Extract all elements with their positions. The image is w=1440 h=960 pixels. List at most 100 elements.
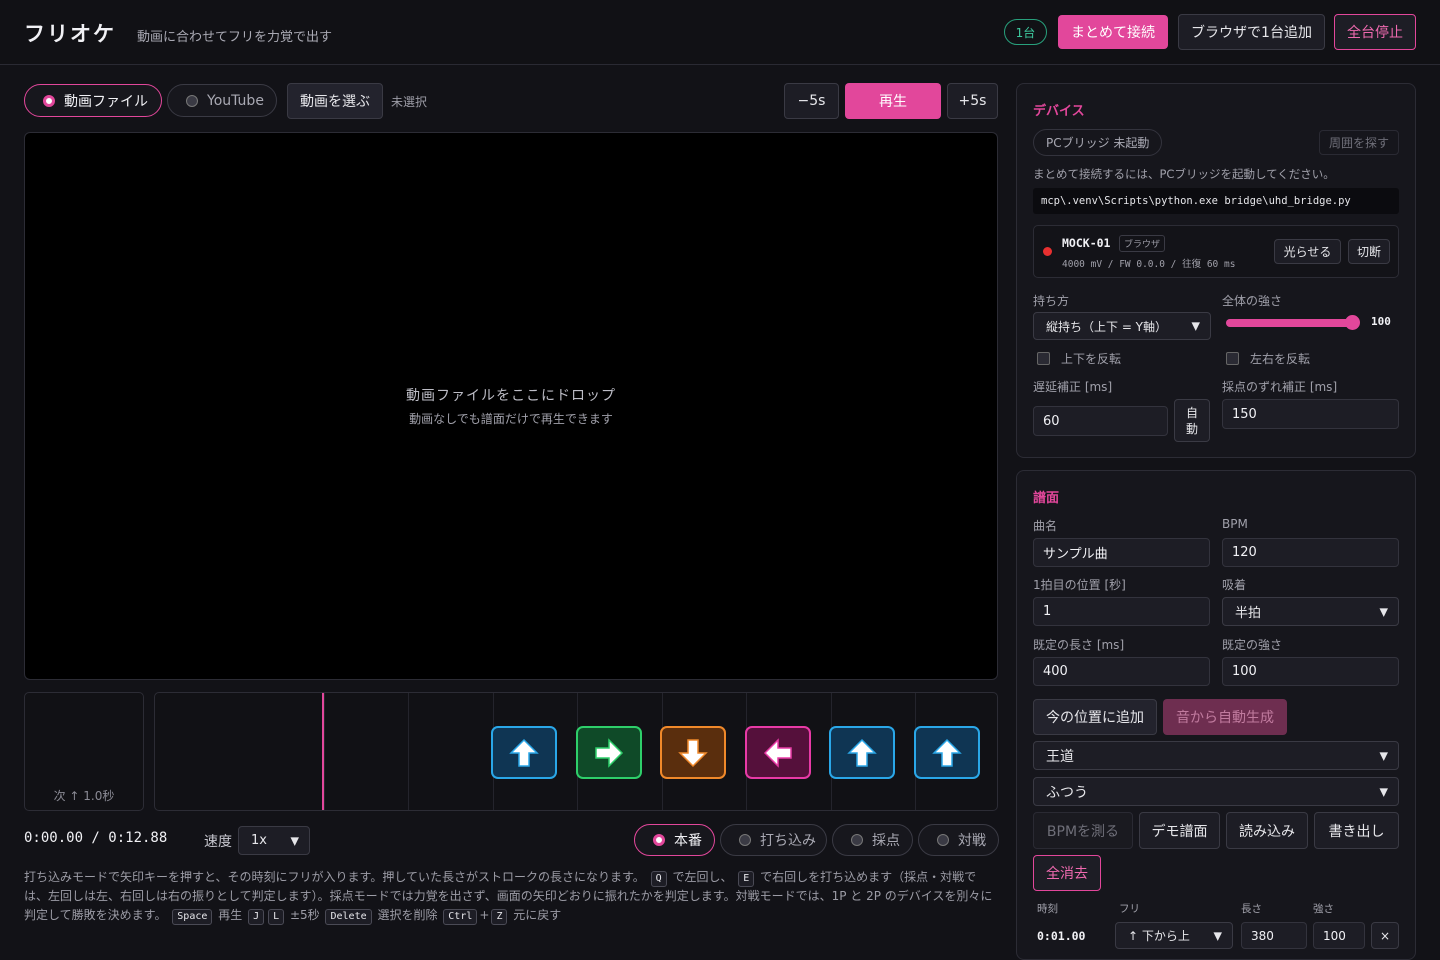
help-part: 再生 bbox=[218, 908, 243, 922]
style-select[interactable]: 王道 ▼ bbox=[1033, 741, 1399, 770]
key-l: L bbox=[268, 909, 285, 925]
speed-select[interactable]: 1x ▼ bbox=[238, 826, 310, 855]
style-value: 王道 bbox=[1046, 748, 1074, 765]
mode-live-label: 本番 bbox=[674, 833, 702, 849]
chevron-down-icon: ▼ bbox=[1191, 319, 1200, 333]
note-up[interactable] bbox=[829, 726, 895, 779]
chart-panel-title: 譜面 bbox=[1033, 491, 1060, 506]
clear-all-button[interactable]: 全消去 bbox=[1033, 855, 1101, 891]
note-up[interactable] bbox=[913, 726, 980, 779]
tab-youtube[interactable]: YouTube bbox=[167, 84, 277, 117]
difficulty-value: ふつう bbox=[1046, 784, 1088, 801]
arrow-up-icon bbox=[509, 738, 539, 767]
latency-input[interactable]: 60 bbox=[1033, 406, 1168, 436]
row-strength-input[interactable]: 100 bbox=[1313, 922, 1365, 949]
help-part: 打ち込みモードで矢印キーを押すと、その時刻にフリが入ります。押していた長さがスト… bbox=[24, 870, 645, 884]
connect-all-button[interactable]: まとめて接続 bbox=[1058, 15, 1168, 49]
key-ctrl: Ctrl bbox=[443, 909, 478, 925]
radio-unselected-icon bbox=[739, 834, 751, 846]
song-input[interactable]: サンプル曲 bbox=[1033, 538, 1210, 567]
play-button[interactable]: 再生 bbox=[845, 83, 941, 119]
device-name: MOCK-01 bbox=[1062, 236, 1111, 250]
add-at-current-button[interactable]: 今の位置に追加 bbox=[1033, 699, 1157, 735]
device-card: MOCK-01 ブラウザ 4000 mV / FW 0.0.0 / 往復 60 … bbox=[1033, 225, 1399, 278]
tab-youtube-label: YouTube bbox=[207, 92, 264, 109]
next-note-preview: 次 ↑ 1.0秒 bbox=[24, 692, 144, 811]
radio-unselected-icon bbox=[851, 834, 863, 846]
flip-ud-checkbox[interactable]: 上下を反転 bbox=[1037, 350, 1121, 367]
light-button[interactable]: 光らせる bbox=[1274, 239, 1341, 264]
video-drop-area[interactable]: 動画ファイルをここにドロップ 動画なしでも譜面だけで再生できます bbox=[24, 132, 998, 680]
device-panel-title: デバイス bbox=[1033, 104, 1085, 119]
strength-slider[interactable] bbox=[1226, 315, 1360, 330]
key-j: J bbox=[248, 909, 265, 925]
col-furi: フリ bbox=[1119, 903, 1140, 915]
grip-label: 持ち方 bbox=[1033, 294, 1070, 308]
stop-all-button[interactable]: 全台停止 bbox=[1334, 14, 1416, 50]
arrow-left-icon bbox=[763, 737, 792, 768]
seek-forward-button[interactable]: +5s bbox=[947, 83, 998, 119]
note-left[interactable] bbox=[744, 726, 811, 779]
mode-battle[interactable]: 対戦 bbox=[918, 824, 999, 856]
scan-button[interactable]: 周囲を探す bbox=[1319, 130, 1399, 155]
auto-latency-button[interactable]: 自動 bbox=[1174, 399, 1210, 442]
choose-video-button[interactable]: 動画を選ぶ bbox=[287, 83, 383, 119]
grip-select[interactable]: 縦持ち（上下 = Y軸） ▼ bbox=[1033, 312, 1211, 340]
mode-record[interactable]: 打ち込み bbox=[720, 824, 827, 856]
drop-title: 動画ファイルをここにドロップ bbox=[406, 388, 616, 404]
chevron-down-icon: ▼ bbox=[1379, 749, 1388, 762]
flip-lr-checkbox[interactable]: 左右を反転 bbox=[1226, 350, 1310, 367]
row-furi-select[interactable]: ↑ 下から上 ▼ bbox=[1115, 922, 1233, 949]
help-part: 元に戻す bbox=[513, 908, 562, 922]
add-browser-device-button[interactable]: ブラウザで1台追加 bbox=[1178, 14, 1325, 50]
beat1-input[interactable]: 1 bbox=[1033, 597, 1210, 626]
selected-file-name: 未選択 bbox=[391, 95, 428, 109]
difficulty-select[interactable]: ふつう ▼ bbox=[1033, 777, 1399, 806]
device-panel: デバイス PCブリッジ 未起動 周囲を探す まとめて接続するには、PCブリッジを… bbox=[1016, 83, 1416, 458]
snap-select[interactable]: 半拍 ▼ bbox=[1222, 597, 1399, 626]
disconnect-button[interactable]: 切断 bbox=[1348, 239, 1390, 264]
note-lane[interactable] bbox=[154, 692, 998, 811]
bpm-input[interactable]: 120 bbox=[1222, 538, 1399, 567]
row-delete-button[interactable]: × bbox=[1371, 922, 1399, 949]
tab-video-file-label: 動画ファイル bbox=[64, 93, 148, 110]
song-label: 曲名 bbox=[1033, 519, 1058, 533]
tab-video-file[interactable]: 動画ファイル bbox=[24, 84, 162, 117]
chevron-down-icon: ▼ bbox=[1213, 929, 1222, 942]
auto-generate-button[interactable]: 音から自動生成 bbox=[1163, 699, 1287, 735]
key-space: Space bbox=[172, 909, 213, 925]
arrow-up-icon bbox=[847, 738, 877, 767]
speed-label: 速度 bbox=[204, 834, 232, 850]
flip-lr-label: 左右を反転 bbox=[1250, 352, 1311, 366]
measure-bpm-button[interactable]: BPMを測る bbox=[1033, 812, 1133, 849]
col-length: 長さ bbox=[1241, 903, 1262, 915]
score-offset-input[interactable]: 150 bbox=[1222, 399, 1399, 429]
col-time: 時刻 bbox=[1037, 903, 1058, 915]
mode-score-label: 採点 bbox=[872, 833, 900, 849]
seek-back-button[interactable]: −5s bbox=[784, 83, 839, 119]
export-button[interactable]: 書き出し bbox=[1314, 812, 1399, 849]
strength-slider-handle[interactable] bbox=[1345, 315, 1360, 330]
note-right[interactable] bbox=[575, 726, 642, 779]
row-length-input[interactable]: 380 bbox=[1241, 922, 1307, 949]
top-bar: フリオケ 動画に合わせてフリを力覚で出す 1台 まとめて接続 ブラウザで1台追加… bbox=[0, 0, 1440, 65]
default-length-input[interactable]: 400 bbox=[1033, 657, 1210, 686]
load-button[interactable]: 読み込み bbox=[1226, 812, 1308, 849]
mode-live[interactable]: 本番 bbox=[634, 824, 715, 856]
chevron-down-icon: ▼ bbox=[1379, 785, 1388, 798]
app-tagline: 動画に合わせてフリを力覚で出す bbox=[137, 30, 333, 45]
col-strength: 強さ bbox=[1313, 903, 1334, 915]
help-part: ±5秒 bbox=[289, 908, 320, 922]
note-up[interactable] bbox=[491, 726, 557, 779]
radio-unselected-icon bbox=[937, 834, 949, 846]
help-part: 選択を削除 bbox=[377, 908, 438, 922]
note-down[interactable] bbox=[660, 726, 726, 779]
speed-value: 1x bbox=[251, 833, 267, 848]
row-time[interactable]: 0:01.00 bbox=[1037, 929, 1085, 943]
default-strength-input[interactable]: 100 bbox=[1222, 657, 1399, 686]
arrow-right-icon bbox=[594, 737, 623, 768]
demo-chart-button[interactable]: デモ譜面 bbox=[1139, 812, 1220, 849]
radio-selected-icon bbox=[653, 834, 665, 846]
mode-score[interactable]: 採点 bbox=[832, 824, 913, 856]
strength-slider-fill bbox=[1226, 319, 1354, 327]
